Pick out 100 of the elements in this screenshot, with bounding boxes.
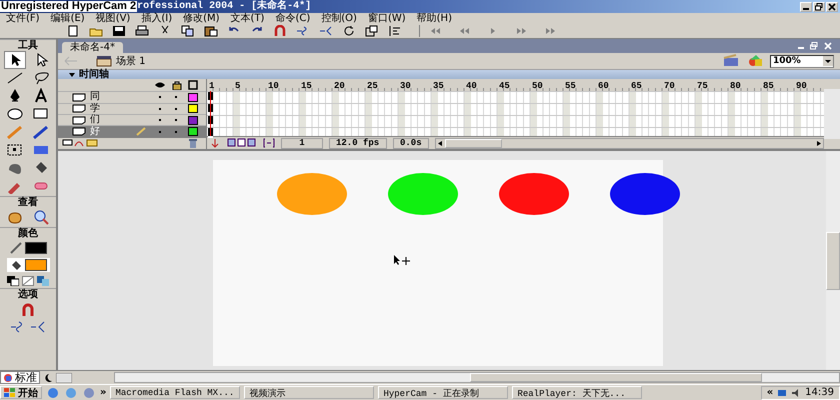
outline-icon[interactable] <box>188 80 198 90</box>
close-button[interactable] <box>826 2 838 12</box>
default-colors-icon[interactable] <box>7 276 19 286</box>
straight-icon[interactable] <box>319 25 333 37</box>
timeline-scrollbar[interactable] <box>434 138 824 149</box>
rotate-icon[interactable] <box>342 25 356 37</box>
trash-icon[interactable] <box>188 138 198 148</box>
taskbar-button[interactable]: RealPlayer: 天下无... <box>512 386 642 399</box>
playback-back-icon[interactable] <box>458 27 470 35</box>
stage-vertical-scrollbar[interactable] <box>826 151 840 370</box>
recorder-watermark-text: Unregistered HyperCam 2 <box>0 1 138 12</box>
align-icon[interactable] <box>388 25 402 37</box>
stage-horizontal-scrollbar[interactable] <box>114 372 840 383</box>
scene-label: 场景 1 <box>116 54 146 68</box>
save-icon[interactable] <box>112 25 126 37</box>
new-icon[interactable] <box>66 25 80 37</box>
layer-name: 们 <box>90 115 101 126</box>
zoom-dropdown[interactable]: 100% <box>770 54 834 68</box>
arrow-tool-icon[interactable] <box>5 52 25 68</box>
center-frame-icon[interactable] <box>209 138 221 148</box>
layer-name: 好 <box>90 126 101 136</box>
frame-number: 35 <box>433 81 445 92</box>
panel-tab[interactable]: 标准 <box>0 371 40 384</box>
layer-outline-color[interactable] <box>188 104 198 114</box>
document-tab[interactable]: 未命名-4* <box>62 42 123 53</box>
oval-tool-icon[interactable] <box>5 106 25 122</box>
scroll-right-icon[interactable] <box>814 140 823 147</box>
magnet-icon[interactable] <box>21 303 35 317</box>
fill-color-swatch[interactable] <box>24 259 46 271</box>
restore-button[interactable] <box>813 2 825 12</box>
network-icon[interactable] <box>777 388 788 398</box>
onion-skin-icon[interactable] <box>227 138 257 148</box>
scroll-left-icon[interactable] <box>436 140 445 147</box>
no-color-icon[interactable] <box>22 276 34 286</box>
layer-outline-color[interactable] <box>188 127 198 136</box>
restore-icon[interactable] <box>810 42 818 50</box>
timeline-title: 时间轴 <box>79 70 109 79</box>
frame-number: 20 <box>334 81 346 92</box>
menu-item[interactable]: 控制(O) <box>321 13 357 24</box>
frame-number: 45 <box>499 81 511 92</box>
menu-item[interactable]: 命令(C) <box>275 13 310 24</box>
menu-item[interactable]: 编辑(E) <box>50 13 85 24</box>
menu-item[interactable]: 文本(T) <box>230 13 264 24</box>
eye-icon[interactable] <box>154 81 166 90</box>
swap-colors-icon[interactable] <box>37 276 49 286</box>
move-cursor-icon <box>393 254 411 268</box>
print-icon[interactable] <box>135 25 149 37</box>
panel-icon <box>3 372 13 382</box>
tray-expand[interactable]: « <box>766 387 774 398</box>
menu-item[interactable]: 视图(V) <box>96 13 130 24</box>
layer-outline-color[interactable] <box>188 92 198 102</box>
elapsed-time: 0.0s <box>393 138 429 149</box>
collapse-icon[interactable] <box>68 70 76 78</box>
straighten-icon[interactable] <box>30 321 46 333</box>
layer-name: 同 <box>90 92 101 102</box>
line-tool-icon[interactable] <box>5 70 25 86</box>
copy-icon[interactable] <box>181 25 195 37</box>
frame-number: 30 <box>400 81 412 92</box>
layer-row[interactable]: 好 <box>58 125 206 137</box>
frame-number: 85 <box>763 81 775 92</box>
frame-number: 25 <box>367 81 379 92</box>
frame-number: 80 <box>730 81 742 92</box>
layer-outline-color[interactable] <box>188 116 198 125</box>
layer-buttons-drawing[interactable] <box>62 138 98 148</box>
edit-markers-icon[interactable] <box>263 138 275 148</box>
taskbar-button[interactable]: 视频演示 <box>244 386 374 399</box>
panel-tab-label: 标准 <box>15 372 37 383</box>
minimize-icon <box>803 8 809 10</box>
playback-fwd-icon[interactable] <box>516 27 528 35</box>
clapperboard-icon <box>96 55 112 67</box>
playback-last-icon[interactable] <box>545 27 557 35</box>
start-button[interactable]: 开始 <box>0 386 42 399</box>
minimize-button[interactable] <box>800 2 812 12</box>
taskbar-button[interactable]: Macromedia Flash MX... <box>110 386 240 399</box>
stage-canvas[interactable] <box>213 160 663 366</box>
layer-icon <box>72 127 86 136</box>
frame-ruler[interactable]: 1 5 10 15 20 25 30 35 40 45 50 55 60 65 70 75 80 85 90 <box>207 79 824 92</box>
menu-item[interactable]: 窗口(W) <box>368 13 406 24</box>
frame-number: 1 <box>209 81 216 92</box>
menu-item[interactable]: 插入(I) <box>141 13 172 24</box>
brush-tool-icon[interactable] <box>31 124 51 140</box>
menu-item[interactable]: 修改(M) <box>183 13 220 24</box>
quick-launch-more[interactable]: » <box>100 387 106 398</box>
layer-row[interactable]: 学 <box>58 102 206 114</box>
playback-first-icon[interactable] <box>429 27 441 35</box>
taskbar-button[interactable]: HyperCam - 正在录制 <box>378 386 508 399</box>
paste-icon[interactable] <box>204 25 218 37</box>
grip-icon[interactable] <box>56 372 72 382</box>
frame-number: 65 <box>631 81 643 92</box>
stroke-color-swatch[interactable] <box>24 242 46 254</box>
frame-number: 40 <box>466 81 478 92</box>
lock-icon[interactable] <box>172 80 182 90</box>
close-icon[interactable] <box>824 42 832 50</box>
menu-item[interactable]: 帮助(H) <box>416 13 452 24</box>
scale-icon[interactable] <box>365 25 379 37</box>
magnet-icon[interactable] <box>273 25 287 37</box>
frame-rate: 12.0 fps <box>329 138 387 149</box>
close-icon <box>828 2 836 10</box>
menu-item[interactable]: 文件(F) <box>6 13 40 24</box>
layer-row[interactable]: 同 <box>58 91 206 103</box>
